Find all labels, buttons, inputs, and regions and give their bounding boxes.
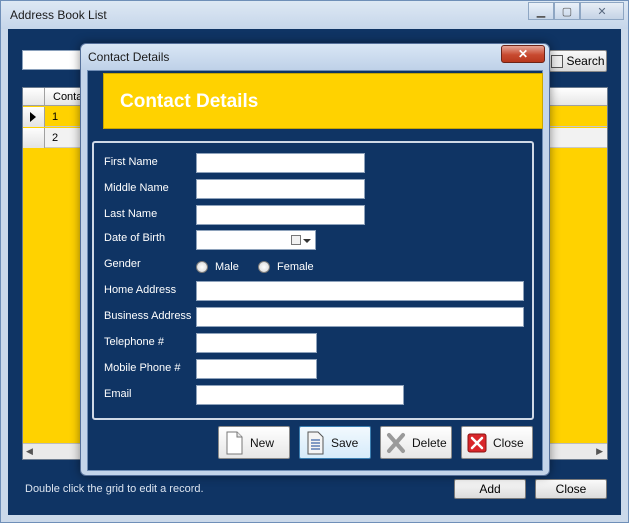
gender-female-radio[interactable]: Female xyxy=(258,261,314,273)
banner-title: Contact Details xyxy=(120,91,259,112)
radio-icon[interactable] xyxy=(258,261,270,273)
home-address-field[interactable] xyxy=(196,281,524,301)
dialog-title-bar[interactable]: Contact Details ✕ xyxy=(81,44,549,70)
dialog-banner: Contact Details xyxy=(103,73,543,129)
last-name-field[interactable] xyxy=(196,205,365,225)
middle-name-field[interactable] xyxy=(196,179,365,199)
save-document-icon xyxy=(307,431,324,454)
search-icon xyxy=(551,54,564,68)
row-header[interactable] xyxy=(23,107,45,127)
current-row-arrow-icon xyxy=(30,112,36,122)
new-button[interactable]: New xyxy=(218,426,290,459)
radio-icon[interactable] xyxy=(196,261,208,273)
contact-form: First Name Middle Name Last Name Date of… xyxy=(92,141,534,420)
first-name-field[interactable] xyxy=(196,153,365,173)
main-title-bar[interactable]: Address Book List ▁ ▢ ✕ xyxy=(1,1,628,29)
date-of-birth-picker[interactable] xyxy=(196,230,316,250)
home-address-label: Home Address xyxy=(104,284,177,296)
save-button[interactable]: Save xyxy=(299,426,371,459)
grid-column-header[interactable]: Conta xyxy=(53,91,82,103)
minimize-button[interactable]: ▁ xyxy=(528,2,554,20)
maximize-button[interactable]: ▢ xyxy=(554,2,580,20)
new-document-icon xyxy=(226,431,243,454)
close-form-button-label: Close xyxy=(493,435,524,450)
delete-x-icon xyxy=(387,432,405,453)
date-of-birth-label: Date of Birth xyxy=(104,232,166,244)
email-label: Email xyxy=(104,388,132,400)
last-name-label: Last Name xyxy=(104,208,158,220)
gender-female-label: Female xyxy=(277,261,314,273)
scroll-right-icon[interactable]: ▶ xyxy=(596,446,603,457)
grid-hint-text: Double click the grid to edit a record. xyxy=(25,483,204,495)
mobile-phone-label: Mobile Phone # xyxy=(104,362,181,374)
business-address-field[interactable] xyxy=(196,307,524,327)
minimize-icon: ▁ xyxy=(536,5,546,18)
gender-label: Gender xyxy=(104,258,141,270)
grid-corner[interactable] xyxy=(23,88,45,106)
contact-details-dialog: Contact Details ✕ Contact Details First … xyxy=(80,43,550,476)
first-name-label: First Name xyxy=(104,156,158,168)
main-caption-buttons: ▁ ▢ ✕ xyxy=(528,2,624,20)
main-close-window-button[interactable]: ✕ xyxy=(580,2,624,20)
save-button-label: Save xyxy=(331,435,359,450)
email-field[interactable] xyxy=(196,385,404,405)
dialog-client-area: Contact Details First Name Middle Name L… xyxy=(87,70,543,471)
mobile-phone-field[interactable] xyxy=(196,359,317,379)
chevron-down-icon[interactable] xyxy=(303,239,311,243)
main-window-title: Address Book List xyxy=(10,8,107,22)
dialog-close-window-button[interactable]: ✕ xyxy=(501,45,545,63)
maximize-icon: ▢ xyxy=(561,5,573,18)
search-button-label: Search xyxy=(566,54,605,68)
add-button[interactable]: Add xyxy=(454,479,526,499)
calendar-icon[interactable] xyxy=(291,235,301,245)
telephone-field[interactable] xyxy=(196,333,317,353)
close-button[interactable]: Close xyxy=(535,479,607,499)
close-form-button[interactable]: Close xyxy=(461,426,533,459)
telephone-label: Telephone # xyxy=(104,336,164,348)
gender-male-label: Male xyxy=(215,261,239,273)
row-header[interactable] xyxy=(23,128,45,148)
delete-button-label: Delete xyxy=(412,435,447,450)
delete-button[interactable]: Delete xyxy=(380,426,452,459)
business-address-label: Business Address xyxy=(104,310,192,322)
close-icon: ✕ xyxy=(517,47,529,61)
scroll-left-icon[interactable]: ◀ xyxy=(26,446,33,457)
close-icon xyxy=(467,433,487,452)
gender-male-radio[interactable]: Male xyxy=(196,261,239,273)
search-button[interactable]: Search xyxy=(549,50,607,72)
new-button-label: New xyxy=(250,435,275,450)
dialog-title: Contact Details xyxy=(88,50,170,64)
middle-name-label: Middle Name xyxy=(104,182,169,194)
close-icon: ✕ xyxy=(597,5,607,18)
